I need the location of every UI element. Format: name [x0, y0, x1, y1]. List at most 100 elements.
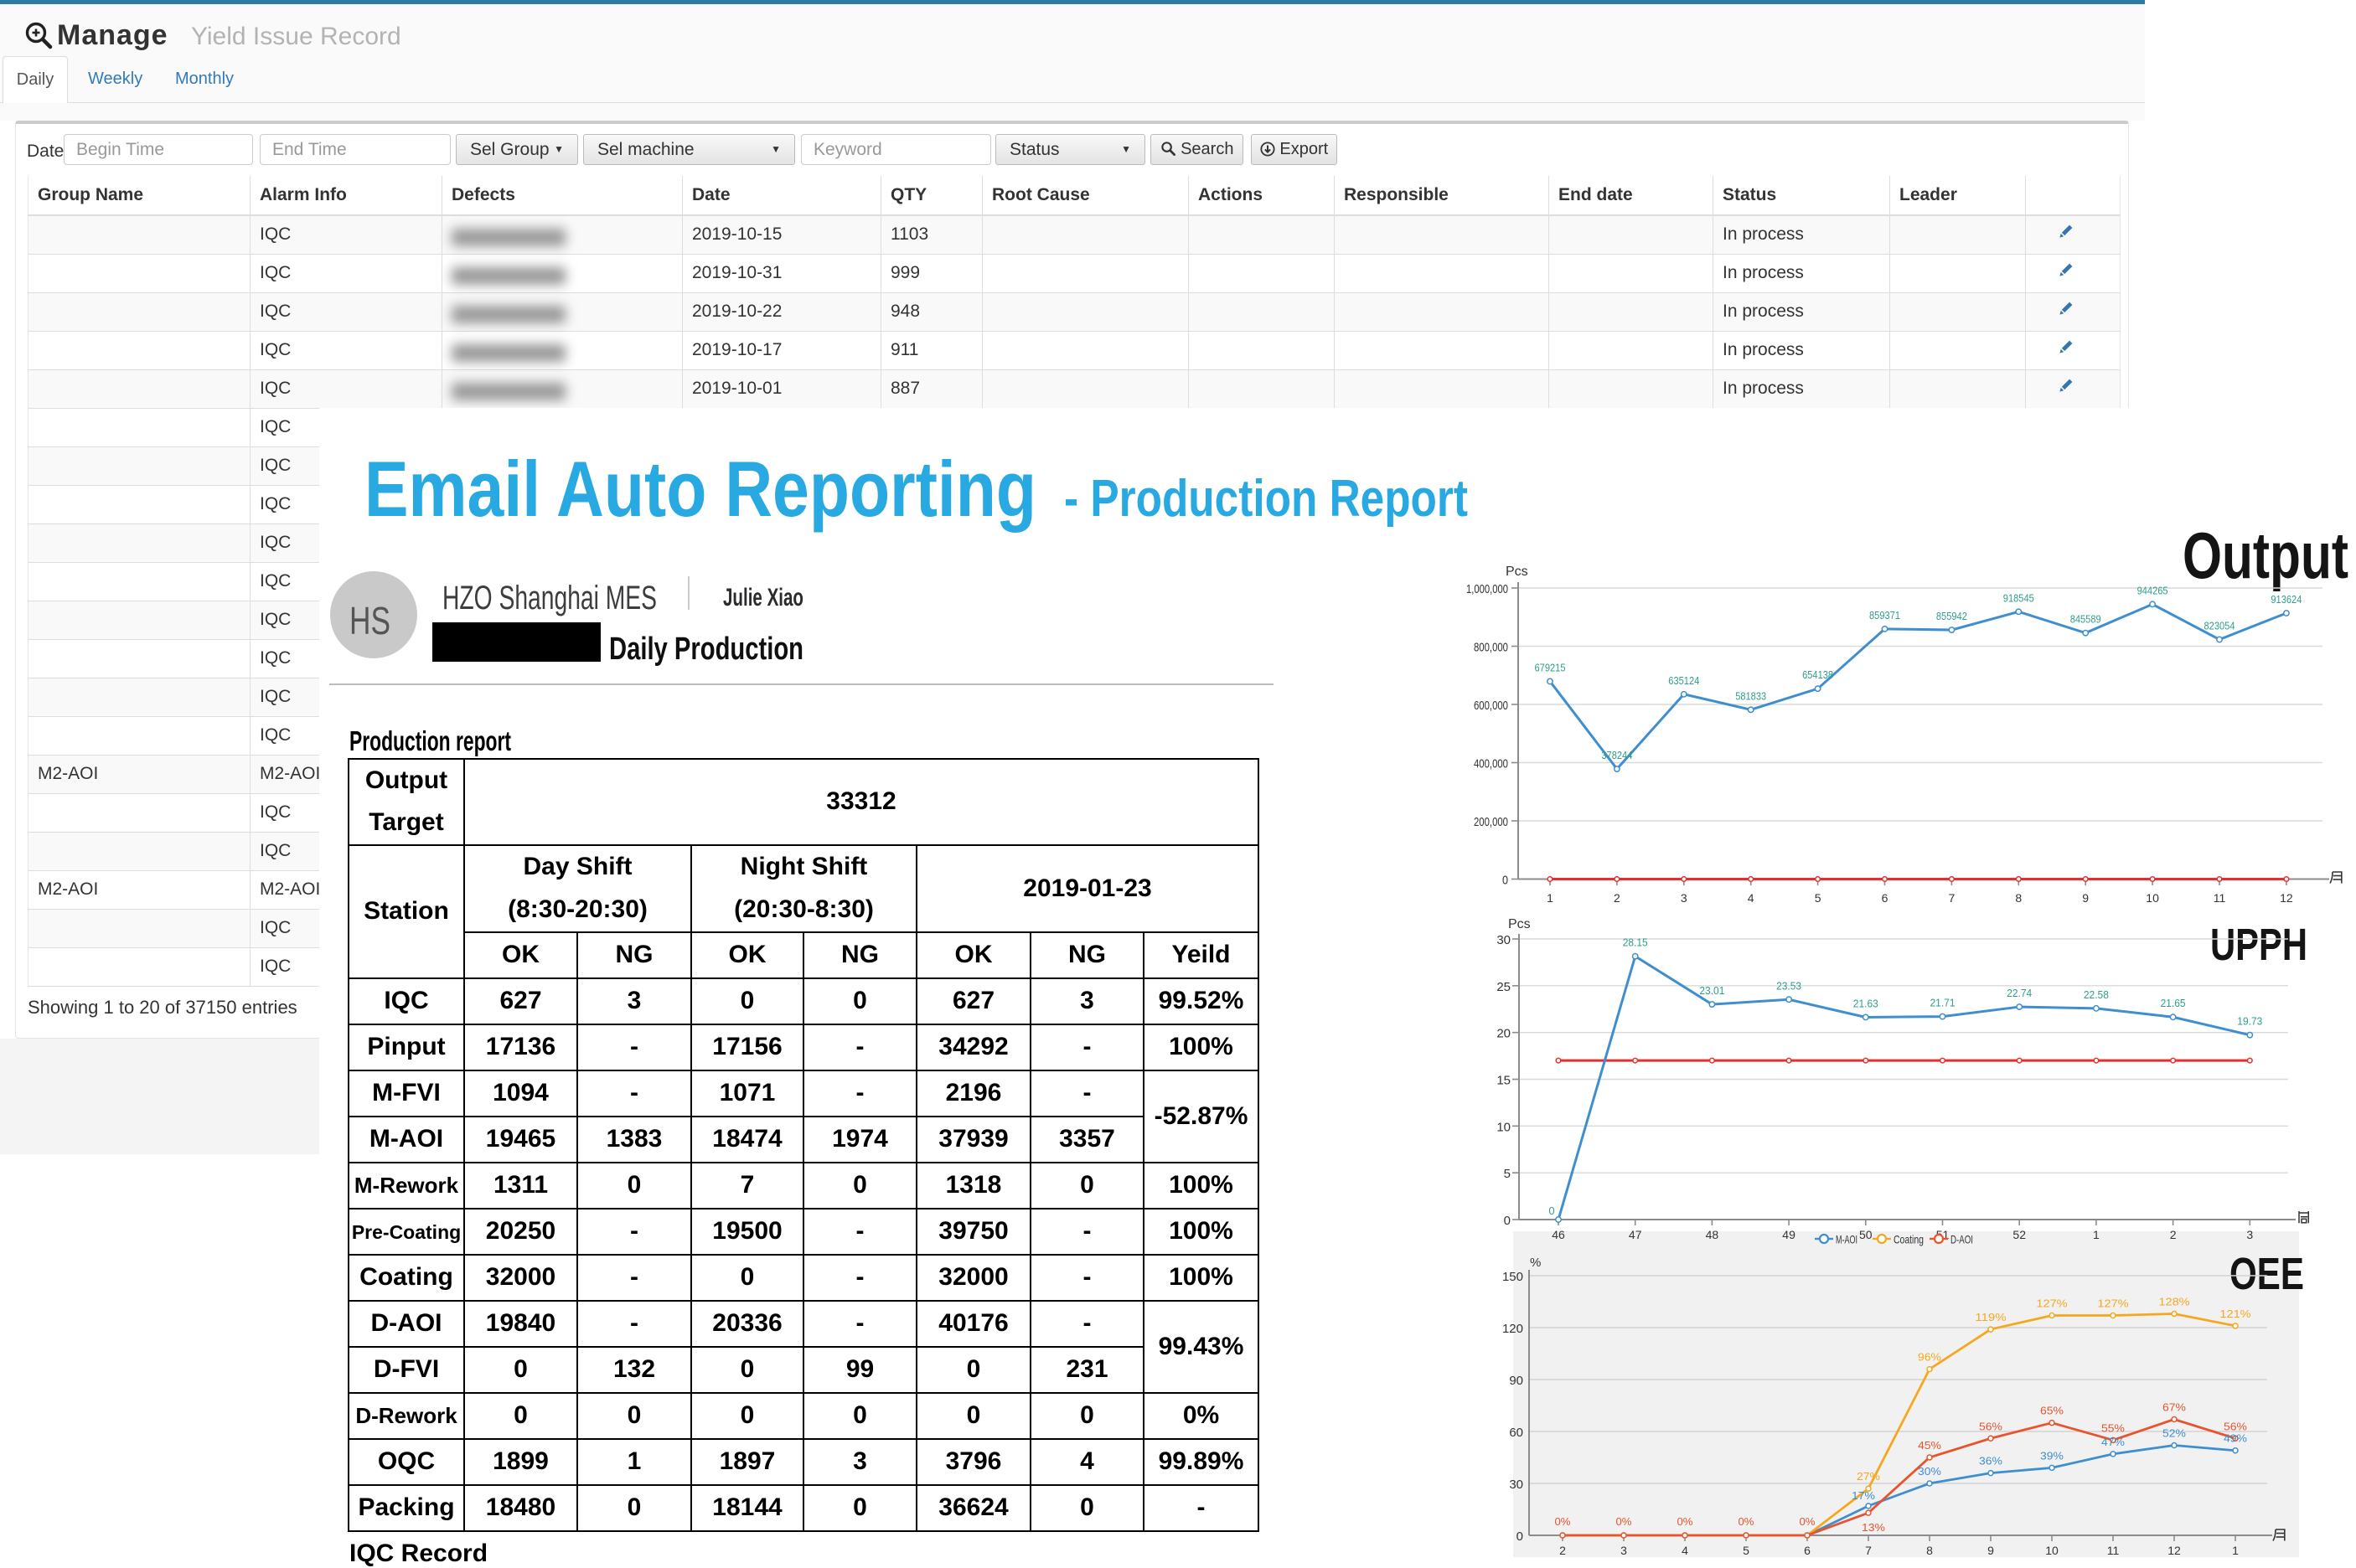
svg-text:679215: 679215 — [1535, 661, 1566, 673]
svg-text:2: 2 — [2170, 1228, 2177, 1241]
svg-text:3: 3 — [2246, 1228, 2253, 1241]
svg-text:Coating: Coating — [1894, 1233, 1924, 1246]
svg-text:10: 10 — [2146, 891, 2159, 905]
svg-text:52%: 52% — [2162, 1427, 2186, 1440]
svg-text:23.01: 23.01 — [1699, 984, 1724, 997]
svg-text:823054: 823054 — [2204, 619, 2235, 632]
svg-text:5: 5 — [1504, 1167, 1511, 1181]
svg-text:0%: 0% — [1800, 1515, 1816, 1528]
svg-text:30: 30 — [1496, 933, 1511, 947]
svg-text:45%: 45% — [1918, 1439, 1941, 1452]
svg-text:10: 10 — [2045, 1544, 2059, 1557]
svg-text:30%: 30% — [1918, 1465, 1941, 1478]
svg-text:49: 49 — [1782, 1228, 1795, 1241]
svg-text:22.74: 22.74 — [2007, 987, 2032, 999]
svg-text:119%: 119% — [1975, 1311, 2007, 1323]
svg-text:855942: 855942 — [1936, 610, 1967, 622]
svg-text:- Production Report: - Production Report — [1064, 470, 1468, 528]
svg-text:HZO Shanghai MES: HZO Shanghai MES — [442, 580, 657, 616]
svg-text:0: 0 — [1548, 1204, 1554, 1217]
svg-text:128%: 128% — [2158, 1295, 2190, 1308]
svg-text:1,000,000: 1,000,000 — [1466, 582, 1508, 596]
svg-text:55%: 55% — [2101, 1421, 2125, 1434]
svg-text:7: 7 — [1949, 891, 1956, 905]
svg-text:6: 6 — [1882, 891, 1888, 905]
svg-text:28.15: 28.15 — [1623, 936, 1648, 949]
svg-text:5: 5 — [1815, 891, 1821, 905]
svg-text:22.58: 22.58 — [2084, 988, 2109, 1001]
svg-text:15: 15 — [1496, 1074, 1511, 1088]
svg-text:127%: 127% — [2036, 1297, 2068, 1310]
svg-text:635124: 635124 — [1668, 674, 1699, 687]
svg-text:17%: 17% — [1852, 1489, 1875, 1502]
svg-text:65%: 65% — [2040, 1405, 2064, 1417]
svg-text:23.53: 23.53 — [1776, 979, 1801, 992]
svg-text:0: 0 — [1504, 1214, 1511, 1228]
svg-text:120: 120 — [1502, 1322, 1523, 1336]
svg-text:21.71: 21.71 — [1930, 997, 1956, 1009]
svg-text:11: 11 — [2214, 891, 2226, 905]
svg-text:127%: 127% — [2097, 1297, 2129, 1310]
svg-text:46: 46 — [1552, 1228, 1565, 1241]
svg-text:HS: HS — [349, 599, 390, 642]
svg-text:21.63: 21.63 — [1853, 997, 1878, 1009]
svg-text:60: 60 — [1509, 1426, 1523, 1440]
svg-text:27%: 27% — [1857, 1470, 1880, 1483]
svg-text:10: 10 — [1496, 1120, 1511, 1134]
svg-text:Output: Output — [2183, 518, 2348, 592]
svg-text:944265: 944265 — [2137, 584, 2168, 596]
svg-text:47: 47 — [1629, 1228, 1642, 1241]
svg-text:56%: 56% — [1979, 1420, 2002, 1432]
svg-text:52: 52 — [2012, 1228, 2026, 1241]
svg-text:9: 9 — [1987, 1544, 1994, 1557]
svg-text:48: 48 — [1706, 1228, 1719, 1241]
svg-text:OEE: OEE — [2229, 1249, 2304, 1299]
svg-text:25: 25 — [1496, 980, 1511, 994]
svg-text:654138: 654138 — [1802, 668, 1833, 681]
svg-text:Julie Xiao: Julie Xiao — [723, 584, 803, 611]
svg-text:1: 1 — [2093, 1228, 2100, 1241]
svg-text:3: 3 — [1620, 1544, 1627, 1557]
svg-text:96%: 96% — [1918, 1351, 1941, 1364]
svg-text:1: 1 — [2232, 1544, 2239, 1557]
svg-text:12: 12 — [2167, 1544, 2181, 1557]
svg-text:D-AOI: D-AOI — [1950, 1233, 1973, 1246]
svg-text:5: 5 — [1743, 1544, 1749, 1557]
svg-text:200,000: 200,000 — [1474, 815, 1508, 829]
svg-text:4: 4 — [1748, 891, 1754, 905]
svg-text:7: 7 — [1865, 1544, 1872, 1557]
svg-text:913624: 913624 — [2271, 593, 2302, 606]
svg-text:Production report: Production report — [349, 725, 511, 756]
svg-text:Email Auto Reporting: Email Auto Reporting — [364, 445, 1036, 533]
svg-text:0%: 0% — [1677, 1515, 1693, 1528]
svg-text:600,000: 600,000 — [1474, 699, 1508, 713]
svg-text:378244: 378244 — [1601, 749, 1632, 761]
svg-text:Pcs: Pcs — [1506, 565, 1528, 579]
svg-text:47%: 47% — [2101, 1436, 2125, 1448]
svg-text:12: 12 — [2280, 891, 2293, 905]
svg-text:67%: 67% — [2162, 1401, 2186, 1414]
svg-text:20: 20 — [1496, 1027, 1511, 1041]
svg-text:%: % — [1530, 1256, 1541, 1270]
svg-text:8: 8 — [2015, 891, 2022, 905]
svg-text:UPPH: UPPH — [2210, 920, 2307, 970]
svg-text:0%: 0% — [1616, 1515, 1632, 1528]
svg-text:581833: 581833 — [1735, 689, 1766, 702]
svg-text:30: 30 — [1509, 1478, 1523, 1492]
svg-text:4: 4 — [1682, 1544, 1688, 1557]
svg-text:845589: 845589 — [2070, 613, 2101, 626]
svg-text:13%: 13% — [1862, 1521, 1885, 1534]
svg-text:0%: 0% — [1739, 1515, 1754, 1528]
svg-text:2: 2 — [1559, 1544, 1566, 1557]
svg-text:9: 9 — [2082, 891, 2089, 905]
svg-text:90: 90 — [1509, 1374, 1523, 1388]
svg-text:49%: 49% — [2224, 1432, 2247, 1445]
svg-text:8: 8 — [1926, 1544, 1933, 1557]
svg-text:Daily Production: Daily Production — [609, 632, 803, 667]
svg-text:39%: 39% — [2040, 1449, 2064, 1462]
svg-text:0: 0 — [1516, 1529, 1523, 1544]
svg-text:918545: 918545 — [2003, 591, 2034, 604]
svg-text:21.65: 21.65 — [2161, 997, 2186, 1009]
svg-text:6: 6 — [1804, 1544, 1811, 1557]
svg-text:400,000: 400,000 — [1474, 757, 1508, 771]
